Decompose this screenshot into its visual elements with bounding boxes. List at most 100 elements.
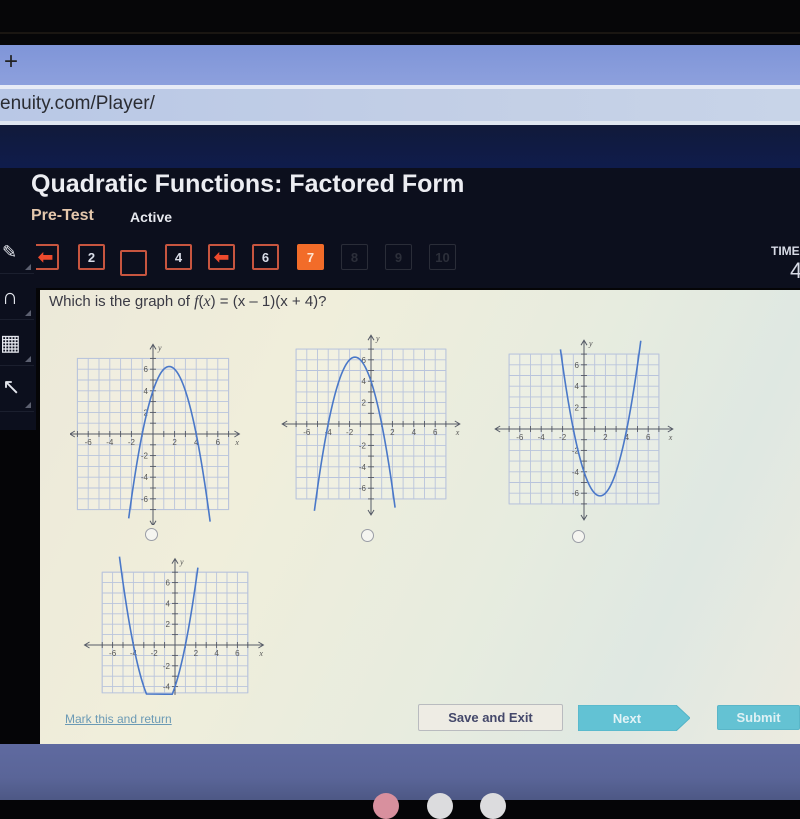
x-tick-label: 2 <box>194 649 199 658</box>
question-nav-10: 10 <box>429 244 456 270</box>
app-top-band <box>0 125 800 170</box>
calculator-icon: ▦ <box>0 330 21 355</box>
answer-radio-2[interactable] <box>361 529 374 542</box>
x-tick-label: 2 <box>390 428 395 437</box>
x-tick-label: -2 <box>346 428 354 437</box>
y-tick-label: 4 <box>166 599 171 608</box>
y-tick-label: 4 <box>575 382 580 391</box>
question-nav-label: 8 <box>350 249 359 265</box>
y-tick-label: 6 <box>575 361 580 370</box>
question-nav-label: 4 <box>174 249 183 265</box>
question-prefix: Which is the graph of <box>49 293 195 310</box>
taskbar-app-icon[interactable] <box>427 793 453 819</box>
function-name: f <box>194 293 199 310</box>
sidebar-item-reference[interactable]: ↖ <box>0 368 34 412</box>
answer-graph-3: -6 -4 -2 2 4 6-6-4-2246xy <box>494 339 674 521</box>
y-tick-label: 6 <box>166 579 171 588</box>
y-axis-label: y <box>157 343 162 352</box>
question-nav-label: 9 <box>394 249 403 265</box>
y-tick-label: -4 <box>163 683 171 692</box>
function-variable: x <box>203 293 211 310</box>
question-nav-1[interactable]: ⬅ <box>32 244 59 270</box>
y-tick-label: 4 <box>362 377 367 386</box>
x-axis-label: x <box>258 649 263 658</box>
x-tick-label: -6 <box>516 433 524 442</box>
question-nav-4[interactable]: 4 <box>165 244 192 270</box>
y-tick-label: -6 <box>141 495 149 504</box>
sidebar-item-pencil[interactable]: ✎ <box>0 230 34 274</box>
page-title: Quadratic Functions: Factored Form <box>31 170 465 198</box>
x-tick-label: -6 <box>109 649 117 658</box>
x-tick-label: -6 <box>303 428 311 437</box>
marked-return-arrow-icon: ⬅ <box>213 247 230 267</box>
y-tick-label: -2 <box>359 441 367 450</box>
x-tick-label: 6 <box>646 433 651 442</box>
x-axis-label: x <box>455 428 460 437</box>
y-tick-label: -6 <box>572 489 580 498</box>
x-tick-label: -2 <box>151 649 159 658</box>
y-axis-label: y <box>375 334 380 343</box>
x-tick-label: 4 <box>412 428 417 437</box>
question-nav-label: 10 <box>435 249 450 265</box>
y-tick-label: 2 <box>575 404 580 413</box>
y-tick-label: 2 <box>362 399 367 408</box>
x-tick-label: 4 <box>214 649 219 658</box>
mark-and-return-link[interactable]: Mark this and return <box>65 712 172 726</box>
taskbar-app-icon[interactable] <box>373 793 399 819</box>
y-tick-label: 2 <box>166 620 171 629</box>
expand-corner-icon <box>25 356 31 362</box>
question-nav-5[interactable]: ⬅ <box>208 244 235 270</box>
y-tick-label: -2 <box>141 452 149 461</box>
next-button[interactable]: Next <box>578 705 690 731</box>
url-text[interactable]: enuity.com/Player/ <box>0 93 155 115</box>
y-axis-label: y <box>588 339 593 348</box>
x-axis-label: x <box>668 433 673 442</box>
sidebar-item-audio[interactable]: ∩ <box>0 276 34 320</box>
browser-tab-bar <box>0 45 800 85</box>
x-tick-label: -4 <box>538 433 546 442</box>
new-tab-button[interactable]: + <box>4 48 18 76</box>
timer-label: TIME <box>771 244 800 258</box>
question-nav-3[interactable] <box>120 250 147 276</box>
question-nav-8: 8 <box>341 244 368 270</box>
status-badge: Active <box>130 209 173 225</box>
x-tick-label: -4 <box>106 438 114 447</box>
pencil-icon: ✎ <box>2 242 18 262</box>
activity-type: Pre-Test <box>31 207 94 224</box>
question-nav-label: 7 <box>306 249 315 265</box>
expand-corner-icon <box>25 264 31 270</box>
y-tick-label: -2 <box>163 662 171 671</box>
y-tick-label: 4 <box>144 387 149 396</box>
expand-corner-icon <box>25 310 31 316</box>
question-nav-6[interactable]: 6 <box>252 244 279 270</box>
x-tick-label: -2 <box>128 438 136 447</box>
x-axis-label: x <box>234 438 239 447</box>
question-nav-label: 6 <box>261 249 270 265</box>
answer-radio-3[interactable] <box>572 530 585 543</box>
expand-corner-icon <box>25 402 31 408</box>
marked-return-arrow-icon: ⬅ <box>37 247 54 267</box>
x-tick-label: -6 <box>85 438 93 447</box>
headphones-icon: ∩ <box>2 284 18 309</box>
question-nav-7[interactable]: 7 <box>297 244 324 270</box>
question-prompt: Which is the graph of f(x) = (x – 1)(x +… <box>49 293 327 310</box>
answer-radio-1[interactable] <box>145 528 158 541</box>
sidebar-item-calculator[interactable]: ▦ <box>0 322 34 366</box>
x-tick-label: -2 <box>559 433 567 442</box>
y-tick-label: -4 <box>359 463 367 472</box>
answer-graph-4: -6 -4 -2 2 4 6-4-2246xy <box>83 556 265 695</box>
question-nav-2[interactable]: 2 <box>78 244 105 270</box>
taskbar-app-icon[interactable] <box>480 793 506 819</box>
question-nav-label: 2 <box>87 249 96 265</box>
screen: + enuity.com/Player/ Quadratic Functions… <box>0 0 800 819</box>
function-expression: = (x – 1)(x + 4)? <box>215 293 327 310</box>
y-tick-label: 6 <box>144 365 149 374</box>
reference-icon: ↖ <box>2 374 21 399</box>
save-and-exit-button[interactable]: Save and Exit <box>418 704 563 731</box>
timer-value: 4 <box>790 258 800 283</box>
submit-button[interactable]: Submit <box>717 705 800 730</box>
bezel-edge <box>0 32 800 34</box>
x-tick-label: 2 <box>172 438 177 447</box>
monitor-bezel <box>0 0 800 45</box>
question-nav-9: 9 <box>385 244 412 270</box>
